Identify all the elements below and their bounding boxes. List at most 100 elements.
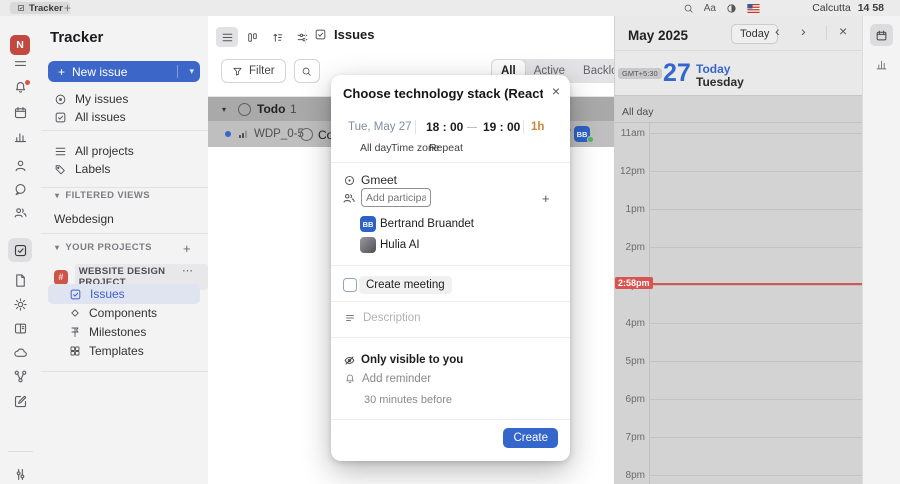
- create-meeting-label[interactable]: Create meeting: [359, 276, 452, 294]
- group-collapse-icon[interactable]: ▾: [222, 105, 226, 114]
- close-calendar-button[interactable]: ×: [839, 23, 847, 39]
- repeat-button[interactable]: Repeat: [429, 142, 463, 154]
- filtered-views-section[interactable]: ▾ FILTERED VIEWS: [55, 190, 150, 201]
- hour-line: [649, 247, 863, 248]
- compose-icon[interactable]: [12, 393, 29, 410]
- analytics-icon[interactable]: [12, 128, 29, 145]
- documents-icon[interactable]: [12, 272, 29, 289]
- drive-icon[interactable]: [12, 344, 29, 361]
- nav-labels[interactable]: Labels: [54, 162, 110, 176]
- controlled-docs-icon[interactable]: [12, 296, 29, 313]
- add-project-button[interactable]: +: [183, 241, 191, 256]
- sort-button[interactable]: [266, 27, 288, 47]
- current-time-badge: 2:58pm: [615, 277, 653, 289]
- hour-line: [649, 285, 863, 286]
- hour-label: 12pm: [619, 166, 645, 177]
- nav-project-issues[interactable]: Issues: [69, 287, 125, 301]
- add-reminder-button[interactable]: Add reminder: [362, 373, 431, 385]
- project-more-button[interactable]: ⋯: [182, 264, 194, 277]
- main-menu-icon[interactable]: [12, 55, 29, 72]
- all-day-toggle[interactable]: All day: [360, 142, 392, 154]
- chat-icon[interactable]: [12, 181, 29, 198]
- issues-checkbox-icon: [315, 29, 326, 40]
- add-participant-button[interactable]: +: [542, 191, 550, 206]
- language-flag-icon[interactable]: [747, 3, 760, 13]
- view-board-button[interactable]: [241, 27, 263, 47]
- theme-toggle-icon[interactable]: [726, 3, 737, 14]
- description-input[interactable]: Description: [363, 312, 421, 324]
- view-options-button[interactable]: [291, 27, 313, 47]
- hour-line: [649, 209, 863, 210]
- event-duration[interactable]: 1h: [531, 121, 544, 133]
- tracker-app-icon[interactable]: [12, 242, 29, 259]
- add-participants-input[interactable]: [361, 188, 431, 207]
- nav-project-templates[interactable]: Templates: [69, 344, 144, 358]
- timezone-city[interactable]: Calcutta: [812, 2, 851, 14]
- priority-icon[interactable]: [237, 128, 249, 140]
- location-value[interactable]: Gmeet: [361, 173, 397, 187]
- tag-icon: [55, 164, 65, 174]
- calendar-month: May 2025: [628, 28, 689, 43]
- event-end-time[interactable]: 19 : 00: [483, 120, 520, 134]
- hour-label: 7pm: [625, 432, 645, 443]
- hour-label: 11am: [620, 128, 645, 139]
- nav-webdesign-view[interactable]: Webdesign: [54, 212, 114, 226]
- close-modal-button[interactable]: ×: [552, 83, 560, 99]
- modal-divider: [331, 162, 570, 163]
- new-tab-button[interactable]: +: [64, 1, 71, 15]
- prev-day-button[interactable]: ‹: [775, 23, 780, 39]
- search-icon[interactable]: [683, 3, 694, 14]
- header-divider: [305, 30, 306, 44]
- new-issue-dropdown[interactable]: ▾: [189, 66, 194, 77]
- font-size-button[interactable]: Aa: [704, 3, 716, 14]
- calendar-day-number: 27: [663, 59, 691, 87]
- today-button[interactable]: Today: [731, 24, 779, 44]
- filter-button[interactable]: Filter: [221, 59, 286, 83]
- hour-line: [649, 475, 863, 476]
- visibility-value[interactable]: Only visible to you: [361, 354, 463, 366]
- process-icon[interactable]: [12, 368, 29, 385]
- nav-divider: [41, 187, 208, 188]
- nav-my-issues[interactable]: My issues: [54, 92, 128, 106]
- hour-line: [649, 437, 863, 438]
- participant-name[interactable]: Bertrand Bruandet: [380, 218, 474, 230]
- nav-project-components[interactable]: Components: [69, 306, 157, 320]
- event-start-time[interactable]: 18 : 00: [426, 120, 463, 134]
- next-day-button[interactable]: ›: [801, 23, 806, 39]
- event-date[interactable]: Tue, May 27: [348, 121, 412, 133]
- view-list-button[interactable]: [216, 27, 238, 47]
- reminder-value[interactable]: 30 minutes before: [364, 394, 452, 406]
- plus-icon: +: [58, 64, 66, 79]
- nav-label: All projects: [75, 144, 134, 158]
- nav-all-issues[interactable]: All issues: [54, 110, 126, 124]
- create-button[interactable]: Create: [503, 428, 558, 448]
- participant-name[interactable]: Hulia AI: [380, 239, 420, 251]
- nav-label: My issues: [75, 92, 129, 106]
- issue-status-icon[interactable]: [300, 128, 313, 141]
- knowledge-base-icon[interactable]: [12, 320, 29, 337]
- planner-icon[interactable]: [12, 104, 29, 121]
- calendar-widget-button[interactable]: [870, 24, 893, 46]
- hour-label: 8pm: [625, 470, 645, 481]
- page-title: Issues: [334, 27, 375, 42]
- nav-all-projects[interactable]: All projects: [54, 144, 134, 158]
- new-issue-button[interactable]: + New issue ▾: [48, 61, 200, 82]
- reports-widget-button[interactable]: [875, 58, 888, 71]
- collapse-chevron-icon: ▾: [55, 243, 60, 252]
- nav-project-milestones[interactable]: Milestones: [69, 325, 146, 339]
- hr-icon[interactable]: [12, 157, 29, 174]
- nav-divider: [41, 130, 208, 131]
- team-icon[interactable]: [12, 204, 29, 221]
- notifications-icon[interactable]: [12, 79, 30, 96]
- search-issues-button[interactable]: [293, 59, 320, 83]
- create-button-label: Create: [513, 432, 548, 444]
- participant-avatar: BB: [360, 216, 376, 232]
- settings-icon[interactable]: [12, 466, 29, 483]
- workspace-avatar[interactable]: N: [10, 35, 30, 55]
- create-meeting-checkbox[interactable]: [343, 278, 357, 292]
- hour-line: [649, 323, 863, 324]
- workspace-tab[interactable]: Tracker: [10, 2, 70, 14]
- event-title-input[interactable]: Choose technology stack (React, WordPres…: [343, 86, 543, 101]
- your-projects-section[interactable]: ▾ YOUR PROJECTS: [55, 242, 152, 253]
- target-icon: [55, 94, 66, 104]
